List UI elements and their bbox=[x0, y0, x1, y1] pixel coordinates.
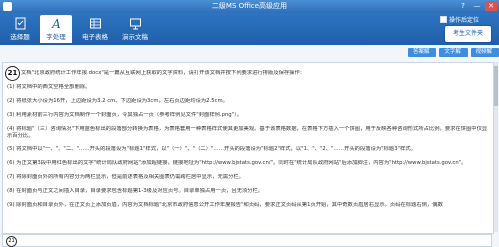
help-button[interactable]: ? bbox=[457, 1, 469, 11]
close-button[interactable]: ✕ bbox=[485, 1, 497, 11]
checkbox[interactable] bbox=[440, 15, 447, 23]
question-item-4: (4) 将标题"（三）咨询情况"下用蓝色标出的段落部分转换为表格，为表格套用一种… bbox=[7, 126, 488, 139]
text-analysis-button[interactable]: 文字解析 bbox=[439, 48, 468, 64]
exam-folder-button[interactable]: 考生文件夹 bbox=[445, 26, 491, 42]
question-intro: 文档"北京政府统计工作年报.docx"是一篇从互联网上获取的文字资料，请打开该文… bbox=[21, 70, 306, 76]
question-item-2: (2) 将纸张大小设为16开，上边距设为3.2 cm、下边距设为3cm，左右页边… bbox=[7, 98, 228, 104]
svg-text:A: A bbox=[51, 17, 61, 30]
analysis-actions: 答案解析 文字解析 视频解析 bbox=[408, 48, 499, 64]
spreadsheet-icon bbox=[89, 18, 101, 29]
question-panel: 21 文档"北京政府统计工作年报.docx"是一篇从互联网上获取的文字资料，请打… bbox=[2, 62, 494, 234]
question-number: 21 bbox=[5, 66, 20, 81]
tab-presentation[interactable]: 演示文稿 bbox=[117, 15, 153, 43]
tab-label: 选择题 bbox=[10, 33, 30, 41]
video-analysis-button[interactable]: 视频解析 bbox=[470, 48, 499, 64]
minimize-button[interactable]: — bbox=[471, 1, 483, 11]
options-panel: 操作后定位 bbox=[440, 15, 480, 24]
question-item-1: (1) 将文档中的西文空格全部删除。 bbox=[7, 84, 91, 90]
main-toolbar: 选择题 A 字处理 电子表格 演示文稿 bbox=[0, 13, 499, 45]
presentation-icon bbox=[129, 18, 141, 30]
scroll-thumb[interactable] bbox=[494, 66, 498, 106]
next-question-panel: 21 bbox=[2, 234, 492, 247]
window-title: 二级MS Office高级应用 bbox=[211, 2, 288, 10]
tab-spreadsheet[interactable]: 电子表格 bbox=[77, 15, 113, 43]
tab-label: 字处理 bbox=[46, 33, 66, 41]
question-item-9: (9) 除封面页和目录页外，在正文页上添加页眉，内容为文档标题"北京市政府信息公… bbox=[7, 202, 443, 208]
tab-choice-questions[interactable]: 选择题 bbox=[4, 15, 36, 43]
window-controls: ? — ✕ bbox=[457, 1, 497, 11]
tab-label: 演示文稿 bbox=[122, 33, 148, 41]
question-item-3: (3) 利用素材前三行内容为文档制作一个封面页，令其独占一页（参考样例见文件"封… bbox=[7, 112, 243, 118]
vertical-scrollbar[interactable] bbox=[494, 62, 498, 232]
tab-word-processing[interactable]: A 字处理 bbox=[40, 15, 72, 43]
question-item-8: (8) 在封面页与正文之间插入目录，目录要求包含标题第1-3级及对应页号。目录单… bbox=[7, 188, 264, 194]
question-item-5: (5) 将文档中以"一、"、"二、"……开头的段落设为"标题1"样式，以"（一）… bbox=[7, 146, 416, 152]
letter-a-icon: A bbox=[51, 17, 61, 30]
next-question-number: 21 bbox=[6, 236, 17, 247]
title-bar: 二级MS Office高级应用 ? — ✕ bbox=[0, 0, 499, 13]
option-locate-after-operation[interactable]: 操作后定位 bbox=[440, 15, 480, 24]
tab-label: 电子表格 bbox=[82, 33, 108, 41]
question-item-6: (6) 为正文第3段中用红色标出的文字"统计局队政府网站"添加超链接，链接地址为… bbox=[7, 160, 467, 166]
question-item-7: (7) 将除封面页外的所有内容分为两栏显示，但是前述表格及相关图表仍需跨栏居中显… bbox=[7, 174, 244, 180]
option-label: 操作后定位 bbox=[449, 16, 480, 24]
answer-analysis-button[interactable]: 答案解析 bbox=[408, 48, 437, 64]
checklist-icon bbox=[15, 17, 25, 30]
